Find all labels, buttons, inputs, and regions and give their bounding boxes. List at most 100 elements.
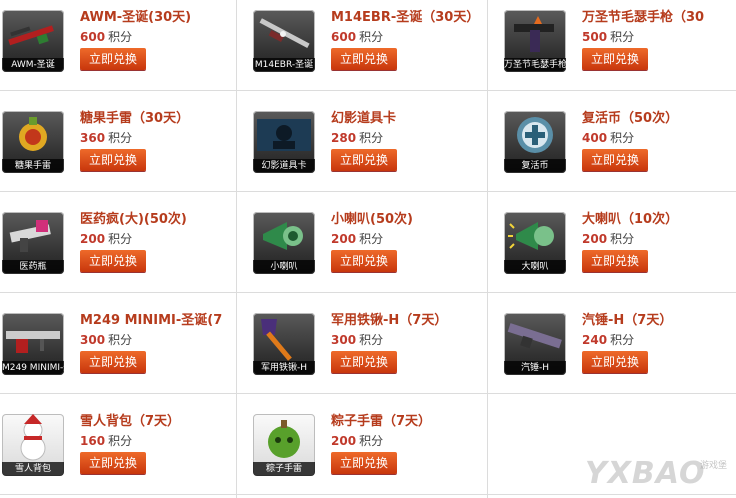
item-thumbnail[interactable]: 小喇叭: [253, 212, 315, 274]
item-thumbnail[interactable]: 万圣节毛瑟手枪: [504, 10, 566, 72]
card-icon: [257, 119, 311, 151]
list-item: 复活币 复活币（50次） 400 积分 立即兑换: [502, 101, 736, 189]
list-item: 万圣节毛瑟手枪 万圣节毛瑟手枪（30 500 积分 立即兑换: [502, 0, 736, 88]
row-divider: [0, 393, 736, 394]
exchange-button[interactable]: 立即兑换: [331, 250, 397, 272]
exchange-button[interactable]: 立即兑换: [80, 48, 146, 70]
exchange-button[interactable]: 立即兑换: [80, 149, 146, 171]
item-caption: 雪人背包: [2, 462, 64, 476]
item-caption: 万圣节毛瑟手枪: [504, 58, 566, 72]
list-item: 小喇叭 小喇叭(50次) 200 积分 立即兑换: [251, 202, 487, 290]
exchange-button[interactable]: 立即兑换: [582, 351, 648, 373]
item-thumbnail[interactable]: 复活币: [504, 111, 566, 173]
item-title[interactable]: M14EBR-圣诞（30天）: [331, 6, 479, 25]
item-points: 200 积分: [331, 434, 384, 448]
item-points: 400 积分: [582, 131, 635, 145]
list-item: 汽锤-H 汽锤-H（7天） 240 积分 立即兑换: [502, 303, 736, 391]
exchange-button[interactable]: 立即兑换: [80, 250, 146, 272]
snowman-icon: [20, 414, 46, 461]
item-thumbnail[interactable]: 糖果手雷: [2, 111, 64, 173]
exchange-button[interactable]: 立即兑换: [331, 48, 397, 70]
list-item: 糖果手雷 糖果手雷（30天） 360 积分 立即兑换: [0, 101, 236, 189]
item-title[interactable]: 万圣节毛瑟手枪（30: [582, 6, 704, 25]
grenade-icon: [19, 117, 47, 151]
exchange-button[interactable]: 立即兑换: [331, 452, 397, 474]
item-title[interactable]: M249 MINIMI-圣诞(7: [80, 309, 222, 328]
item-thumbnail[interactable]: 幻影道具卡: [253, 111, 315, 173]
list-item: 粽子手雷 粽子手雷（7天） 200 积分 立即兑换: [251, 404, 487, 492]
list-item: 军用铁锹-H 军用铁锹-H（7天） 300 积分 立即兑换: [251, 303, 487, 391]
item-title[interactable]: 医药疯(大)(50次): [80, 208, 187, 227]
item-title[interactable]: 小喇叭(50次): [331, 208, 413, 227]
row-divider: [0, 191, 736, 192]
item-caption: 军用铁锹-H: [253, 361, 315, 375]
item-thumbnail[interactable]: 汽锤-H: [504, 313, 566, 375]
exchange-button[interactable]: 立即兑换: [331, 351, 397, 373]
item-title[interactable]: 糖果手雷（30天）: [80, 107, 189, 126]
item-points: 160 积分: [80, 434, 133, 448]
item-points: 600 积分: [80, 30, 133, 44]
pistol-icon: [514, 16, 554, 52]
item-caption: M249 MINIMI-圣诞: [2, 361, 64, 375]
item-title[interactable]: 雪人背包（7天）: [80, 410, 180, 429]
item-caption: 大喇叭: [504, 260, 566, 274]
item-title[interactable]: 军用铁锹-H（7天）: [331, 309, 447, 328]
exchange-button[interactable]: 立即兑换: [331, 149, 397, 171]
exchange-button[interactable]: 立即兑换: [80, 452, 146, 474]
sniper-rifle-icon: [8, 25, 54, 46]
item-caption: 汽锤-H: [504, 361, 566, 375]
item-points: 600 积分: [331, 30, 384, 44]
item-title[interactable]: AWM-圣诞(30天): [80, 6, 191, 25]
exchange-button[interactable]: 立即兑换: [80, 351, 146, 373]
list-item: 幻影道具卡 幻影道具卡 280 积分 立即兑换: [251, 101, 487, 189]
list-item: 大喇叭 大喇叭（10次） 200 积分 立即兑换: [502, 202, 736, 290]
site-watermark-sub: 游戏堡: [700, 461, 728, 471]
item-thumbnail[interactable]: M249 MINIMI-圣诞: [2, 313, 64, 375]
item-grid: AWM-圣诞 AWM-圣诞(30天) 600 积分 立即兑换 M14EBR-圣诞 …: [0, 0, 736, 498]
megaphone-icon: [263, 222, 303, 250]
item-thumbnail[interactable]: AWM-圣诞: [2, 10, 64, 72]
exchange-button[interactable]: 立即兑换: [582, 250, 648, 272]
item-points: 200 积分: [582, 232, 635, 246]
item-title[interactable]: 复活币（50次）: [582, 107, 678, 126]
item-points: 500 积分: [582, 30, 635, 44]
list-item: 雪人背包 雪人背包（7天） 160 积分 立即兑换: [0, 404, 236, 492]
column-divider: [487, 0, 488, 498]
list-item: AWM-圣诞 AWM-圣诞(30天) 600 积分 立即兑换: [0, 0, 236, 88]
exchange-button[interactable]: 立即兑换: [582, 48, 648, 70]
item-caption: 医药瓶: [2, 260, 64, 274]
rifle-icon: [259, 18, 310, 49]
item-thumbnail[interactable]: 粽子手雷: [253, 414, 315, 476]
item-caption: 幻影道具卡: [253, 159, 315, 173]
item-caption: 粽子手雷: [253, 462, 315, 476]
item-points: 300 积分: [80, 333, 133, 347]
item-thumbnail[interactable]: 雪人背包: [2, 414, 64, 476]
item-points: 360 积分: [80, 131, 133, 145]
item-points: 200 积分: [80, 232, 133, 246]
exchange-button[interactable]: 立即兑换: [582, 149, 648, 171]
item-points: 240 积分: [582, 333, 635, 347]
item-thumbnail[interactable]: 大喇叭: [504, 212, 566, 274]
item-points: 280 积分: [331, 131, 384, 145]
hammer-gun-icon: [507, 323, 562, 349]
item-title[interactable]: 汽锤-H（7天）: [582, 309, 672, 328]
item-thumbnail[interactable]: 医药瓶: [2, 212, 64, 274]
item-title[interactable]: 大喇叭（10次）: [582, 208, 678, 227]
list-item: M249 MINIMI-圣诞 M249 MINIMI-圣诞(7 300积分 立即…: [0, 303, 236, 391]
row-divider: [0, 494, 736, 495]
item-caption: 小喇叭: [253, 260, 315, 274]
item-thumbnail[interactable]: M14EBR-圣诞: [253, 10, 315, 72]
site-watermark: YXBAO: [585, 456, 706, 491]
item-caption: 复活币: [504, 159, 566, 173]
item-title[interactable]: 幻影道具卡: [331, 107, 396, 126]
shovel-icon: [261, 319, 292, 361]
column-divider: [236, 0, 237, 498]
list-item: 医药瓶 医药疯(大)(50次) 200 积分 立即兑换: [0, 202, 236, 290]
item-caption: 糖果手雷: [2, 159, 64, 173]
item-caption: M14EBR-圣诞: [253, 58, 315, 72]
item-thumbnail[interactable]: 军用铁锹-H: [253, 313, 315, 375]
zongzi-grenade-icon: [268, 420, 300, 458]
medicine-gun-icon: [9, 220, 51, 252]
item-title[interactable]: 粽子手雷（7天）: [331, 410, 431, 429]
item-caption: AWM-圣诞: [2, 58, 64, 72]
